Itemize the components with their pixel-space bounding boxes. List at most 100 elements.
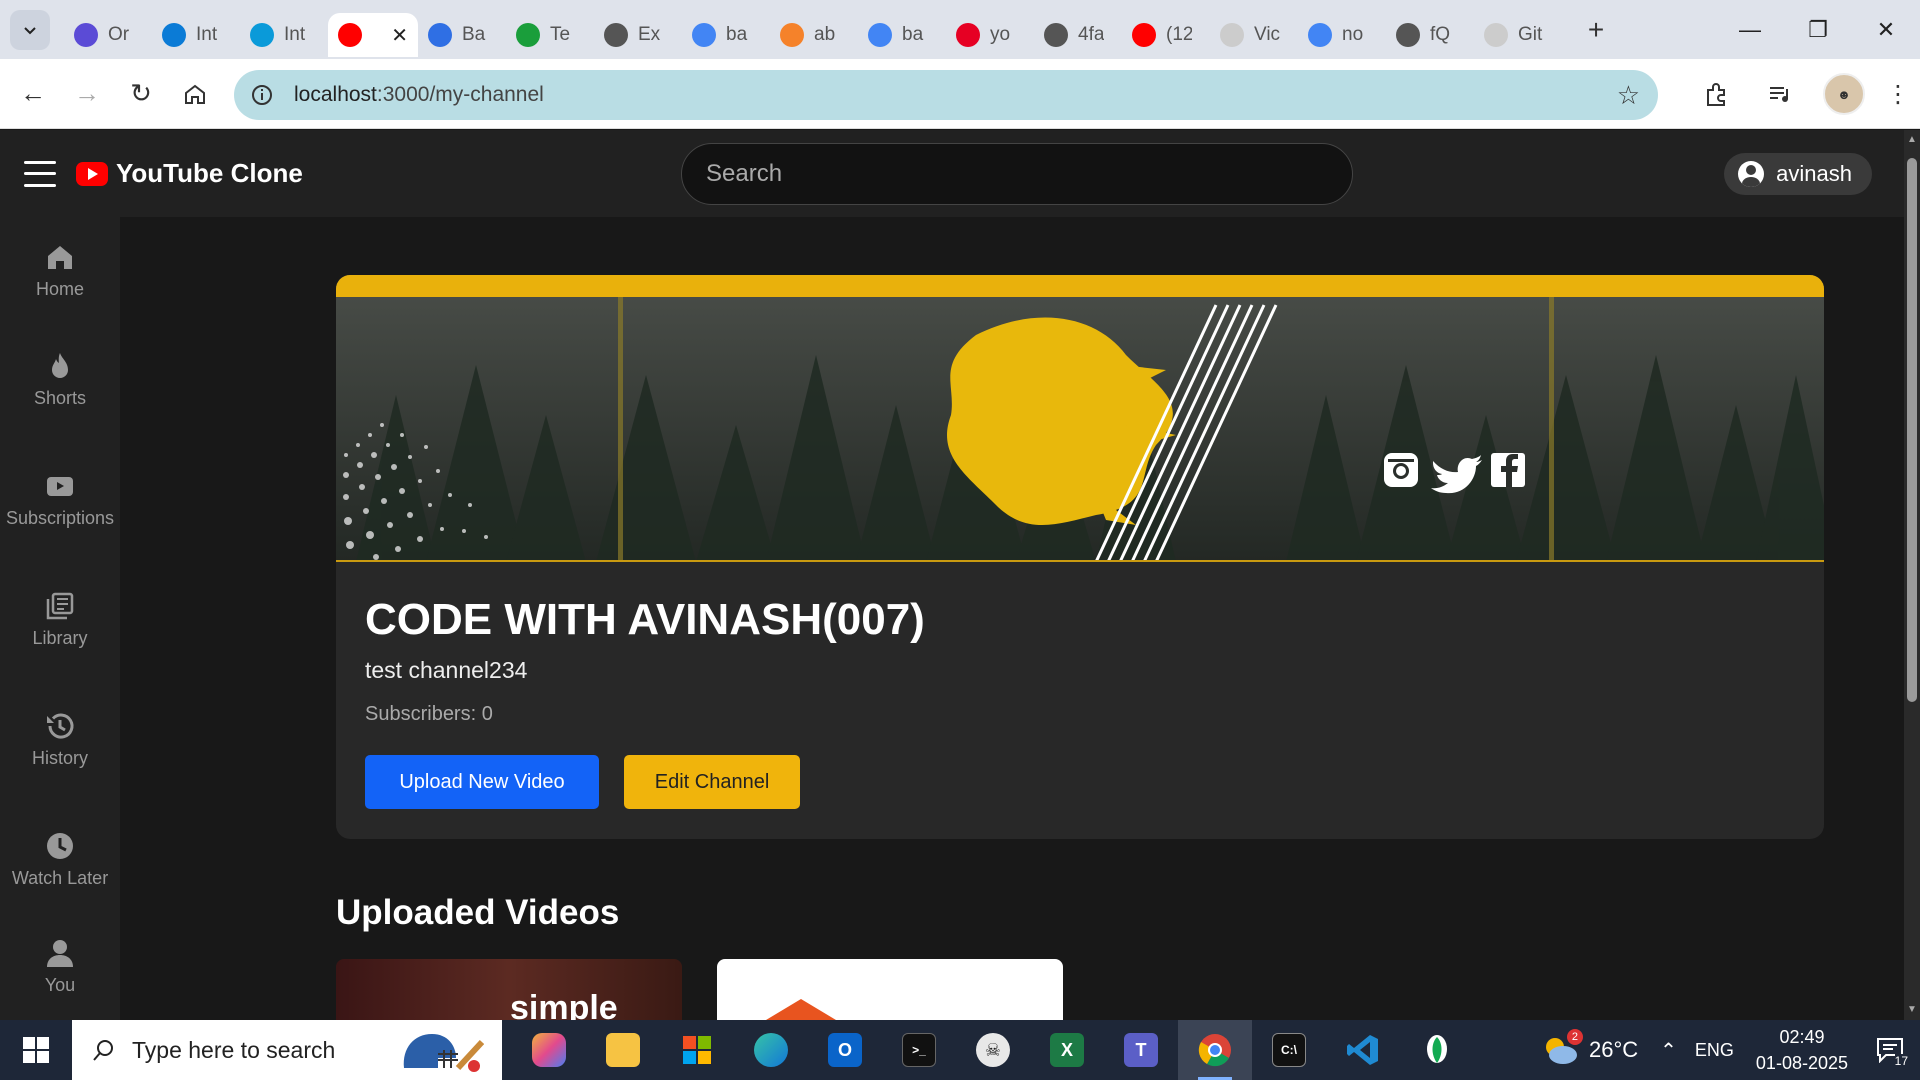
taskbar-app-excel[interactable]: X xyxy=(1030,1020,1104,1080)
start-button[interactable] xyxy=(0,1037,72,1063)
address-bar[interactable]: localhost:3000/my-channel ☆ xyxy=(234,70,1658,120)
taskbar-app-outlook[interactable]: O xyxy=(808,1020,882,1080)
clock[interactable]: 02:49 01-08-2025 xyxy=(1756,1024,1848,1076)
browser-tab[interactable]: ab xyxy=(770,13,858,57)
home-button[interactable] xyxy=(168,82,222,106)
edit-channel-button[interactable]: Edit Channel xyxy=(624,755,800,809)
sidebar-item-history[interactable]: History xyxy=(0,679,120,799)
upload-video-button[interactable]: Upload New Video xyxy=(365,755,599,809)
search-input[interactable] xyxy=(681,143,1353,205)
browser-tab[interactable]: ba xyxy=(858,13,946,57)
page-scrollbar[interactable]: ▲ ▼ xyxy=(1904,130,1920,1020)
taskbar-app-game[interactable]: ☠ xyxy=(956,1020,1030,1080)
scroll-thumb[interactable] xyxy=(1907,158,1917,702)
browser-tab[interactable]: Ex xyxy=(594,13,682,57)
taskbar-app-mongodb[interactable] xyxy=(1400,1020,1474,1080)
profile-avatar[interactable]: ☻ xyxy=(1812,73,1876,115)
bookmark-star-icon[interactable]: ☆ xyxy=(1617,80,1640,111)
edge-icon xyxy=(754,1033,788,1067)
close-tab-icon[interactable]: ✕ xyxy=(391,23,408,48)
app-logo[interactable]: YouTube Clone xyxy=(76,158,303,189)
browser-tab[interactable]: Vic xyxy=(1210,13,1298,57)
clock-date: 01-08-2025 xyxy=(1755,1053,1848,1073)
browser-tab[interactable]: no xyxy=(1298,13,1386,57)
browser-tab[interactable]: Int xyxy=(240,13,328,57)
sidebar-item-subscriptions[interactable]: Subscriptions xyxy=(0,439,120,559)
restore-button[interactable]: ❐ xyxy=(1784,0,1852,59)
taskbar-app-store[interactable] xyxy=(660,1020,734,1080)
user-icon xyxy=(47,940,73,967)
google-icon xyxy=(868,22,892,47)
browser-tab[interactable]: Git xyxy=(1474,13,1562,57)
doc-icon xyxy=(428,22,452,47)
chevron-up-icon[interactable]: ⌃ xyxy=(1660,1038,1677,1063)
avatar: ☻ xyxy=(1823,73,1865,115)
taskbar-app-explorer[interactable] xyxy=(586,1020,660,1080)
taskbar-search-placeholder: Type here to search xyxy=(132,1036,336,1063)
facebook-icon xyxy=(1491,453,1525,487)
globe-icon xyxy=(1044,22,1068,47)
reload-button[interactable]: ↻ xyxy=(114,78,168,109)
browser-tab[interactable]: yo xyxy=(946,13,1034,57)
weather-widget[interactable]: 2 26°C xyxy=(1541,1029,1638,1065)
browser-tab[interactable]: Ba xyxy=(418,13,506,57)
taskbar-app-vscode[interactable] xyxy=(1326,1020,1400,1080)
video-thumbnail[interactable]: simple xyxy=(336,959,682,1020)
video-thumbnail[interactable] xyxy=(717,959,1063,1020)
site-info-icon[interactable] xyxy=(246,79,278,111)
taskbar-app-teams[interactable]: T xyxy=(1104,1020,1178,1080)
weather-cloud-icon: 2 xyxy=(1541,1029,1583,1065)
taskbar-search-box[interactable]: Type here to search xyxy=(72,1020,502,1080)
globe-icon xyxy=(604,22,628,47)
channel-banner xyxy=(336,275,1824,562)
sidebar-item-label: Subscriptions xyxy=(5,507,115,528)
browser-toolbar: ← → ↻ localhost:3000/my-channel ☆ ☻ ⋮ xyxy=(0,59,1920,129)
taskbar-app-copilot[interactable] xyxy=(512,1020,586,1080)
taskbar-app-terminal[interactable]: >_ xyxy=(882,1020,956,1080)
sidebar-item-watch-later[interactable]: Watch Later xyxy=(0,799,120,919)
language-indicator[interactable]: ENG xyxy=(1695,1040,1734,1061)
sidebar-item-home[interactable]: Home xyxy=(0,221,120,319)
browser-tab[interactable]: 4fa xyxy=(1034,13,1122,57)
sidebar-item-shorts[interactable]: Shorts xyxy=(0,319,120,439)
taskbar-app-edge[interactable] xyxy=(734,1020,808,1080)
browser-tab[interactable]: Or xyxy=(64,13,152,57)
notification-count: 17 xyxy=(1894,1054,1908,1068)
browser-tab[interactable]: (12 xyxy=(1122,13,1210,57)
extensions-icon[interactable] xyxy=(1684,81,1748,107)
tab-label: Int xyxy=(284,23,306,45)
sidebar-item-you[interactable]: You xyxy=(0,919,120,1020)
chrome-menu-button[interactable]: ⋮ xyxy=(1876,80,1920,109)
menu-icon[interactable] xyxy=(24,160,56,187)
minimize-button[interactable]: — xyxy=(1716,0,1784,59)
user-menu-button[interactable]: avinash xyxy=(1724,153,1872,195)
browser-tab[interactable]: Te xyxy=(506,13,594,57)
flame-icon xyxy=(52,352,68,378)
browser-tab[interactable]: Int xyxy=(152,13,240,57)
taskbar-app-chrome[interactable] xyxy=(1178,1020,1252,1080)
windows-logo-icon xyxy=(23,1037,49,1063)
clock-time: 02:49 xyxy=(1779,1027,1825,1047)
tab-search-button[interactable] xyxy=(10,9,50,50)
notification-button[interactable]: 17 xyxy=(1870,1032,1910,1068)
history-icon xyxy=(47,713,74,738)
tab-label: Or xyxy=(108,23,130,45)
forward-button[interactable]: → xyxy=(60,78,114,109)
scroll-up-arrow-icon[interactable]: ▲ xyxy=(1904,132,1920,148)
terminal-icon: >_ xyxy=(902,1033,936,1067)
sidebar-item-library[interactable]: Library xyxy=(0,559,120,679)
sidebar-item-label: Library xyxy=(32,627,88,648)
back-button[interactable]: ← xyxy=(6,78,60,109)
subscriptions-icon xyxy=(47,476,73,496)
browser-tab[interactable]: ✕ xyxy=(328,12,418,57)
youtube-icon xyxy=(1132,22,1156,47)
new-tab-button[interactable]: + xyxy=(1576,14,1616,46)
browser-tab[interactable]: fQ xyxy=(1386,13,1474,57)
taskbar-app-cmd[interactable]: C:\ xyxy=(1252,1020,1326,1080)
browser-tab[interactable]: ba xyxy=(682,13,770,57)
scroll-down-arrow-icon[interactable]: ▼ xyxy=(1904,1002,1920,1018)
tab-label: Git xyxy=(1518,23,1543,45)
media-control-icon[interactable] xyxy=(1748,81,1812,107)
close-window-button[interactable]: ✕ xyxy=(1852,0,1920,59)
url-text: localhost:3000/my-channel xyxy=(294,83,544,107)
